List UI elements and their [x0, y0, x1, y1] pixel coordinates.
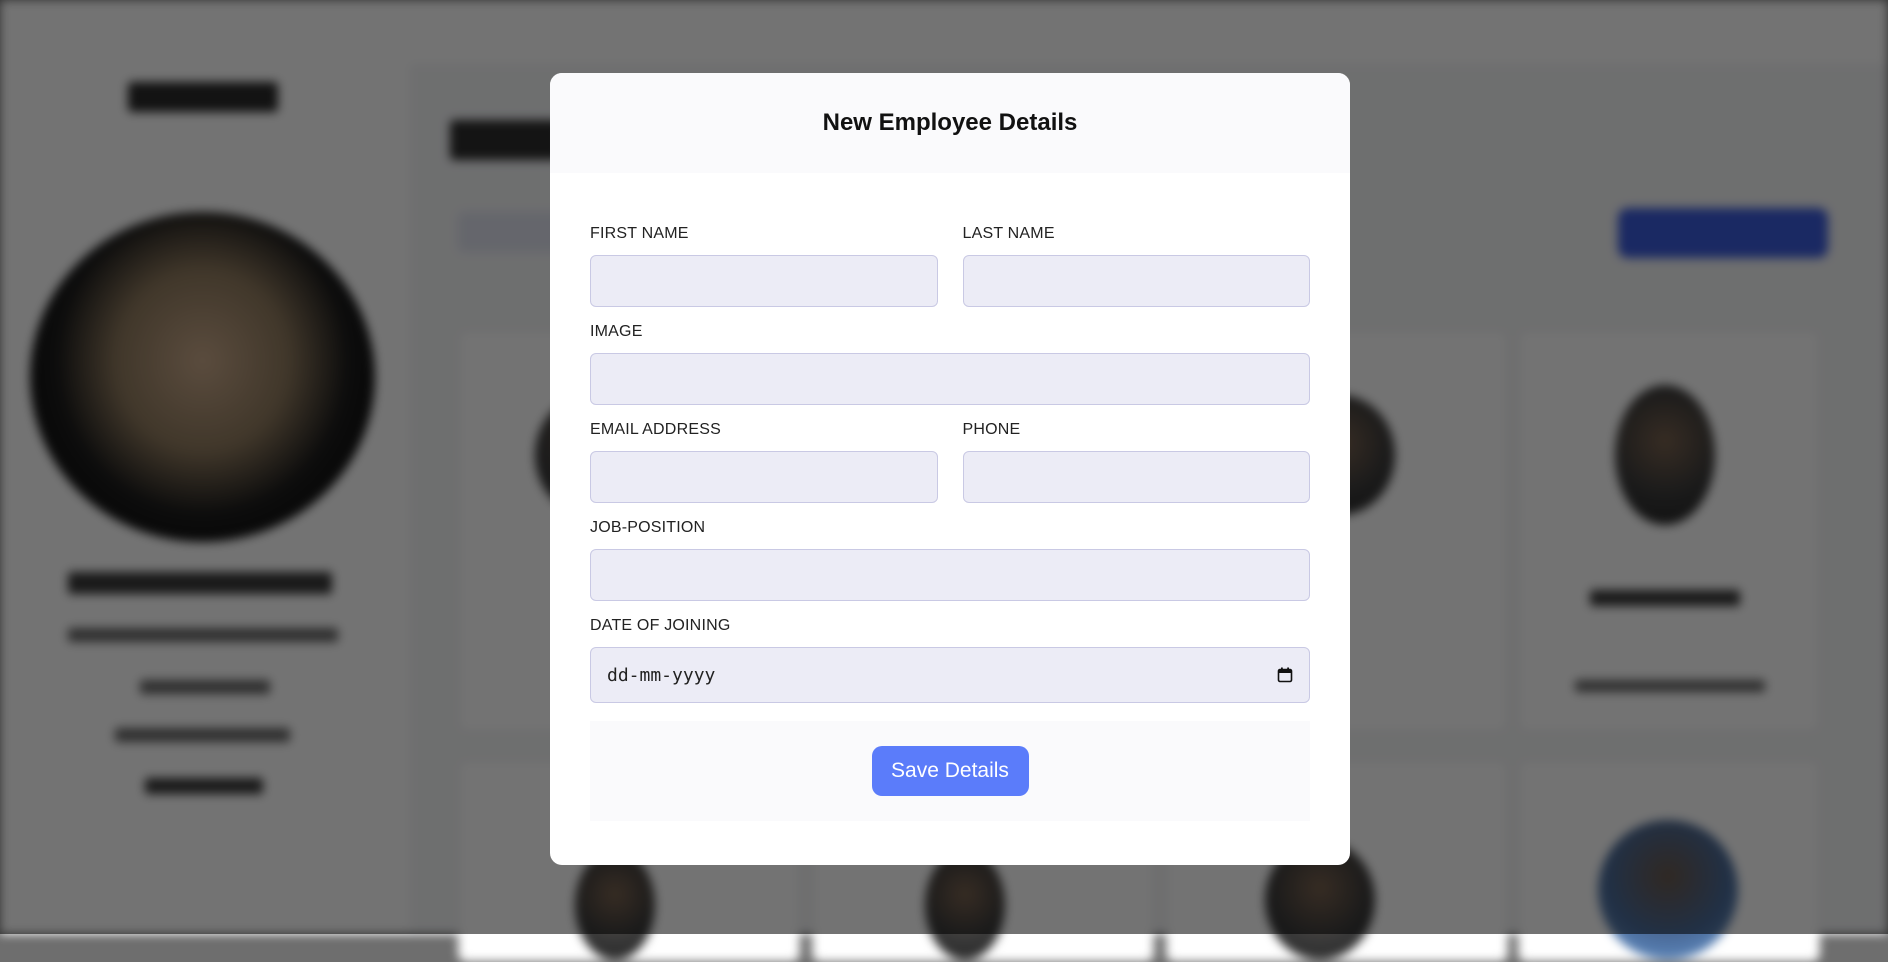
date-of-joining-input[interactable]: dd-mm-yyyy	[590, 647, 1310, 703]
new-employee-modal: New Employee Details FIRST NAME LAST NAM…	[550, 73, 1350, 865]
modal-header: New Employee Details	[550, 73, 1350, 173]
job-position-field-group: JOB-POSITION	[590, 517, 1310, 601]
date-placeholder: dd-mm-yyyy	[607, 664, 716, 686]
form-footer: Save Details	[590, 721, 1310, 821]
last-name-label: LAST NAME	[962, 225, 1055, 242]
date-of-joining-label: DATE OF JOINING	[590, 617, 731, 634]
save-details-button[interactable]: Save Details	[871, 746, 1029, 796]
name-row: FIRST NAME LAST NAME	[590, 223, 1310, 307]
employee-form: FIRST NAME LAST NAME IMAGE EMAIL ADDRESS…	[590, 173, 1310, 821]
image-input[interactable]	[590, 353, 1310, 405]
first-name-label: FIRST NAME	[590, 225, 689, 242]
image-field-group: IMAGE	[590, 321, 1310, 405]
email-field-group: EMAIL ADDRESS	[590, 419, 938, 503]
date-of-joining-field-group: DATE OF JOINING dd-mm-yyyy	[590, 615, 1310, 703]
modal-title: New Employee Details	[822, 109, 1078, 136]
job-position-input[interactable]	[590, 549, 1310, 601]
contact-row: EMAIL ADDRESS PHONE	[590, 419, 1310, 503]
phone-input[interactable]	[962, 451, 1310, 503]
email-label: EMAIL ADDRESS	[590, 421, 721, 438]
phone-field-group: PHONE	[962, 419, 1310, 503]
last-name-field-group: LAST NAME	[962, 223, 1310, 307]
first-name-field-group: FIRST NAME	[590, 223, 938, 307]
calendar-icon[interactable]	[1277, 667, 1293, 683]
job-position-label: JOB-POSITION	[590, 519, 706, 536]
image-label: IMAGE	[590, 323, 643, 340]
first-name-input[interactable]	[590, 255, 938, 307]
last-name-input[interactable]	[962, 255, 1310, 307]
phone-label: PHONE	[962, 421, 1021, 438]
email-input[interactable]	[590, 451, 938, 503]
